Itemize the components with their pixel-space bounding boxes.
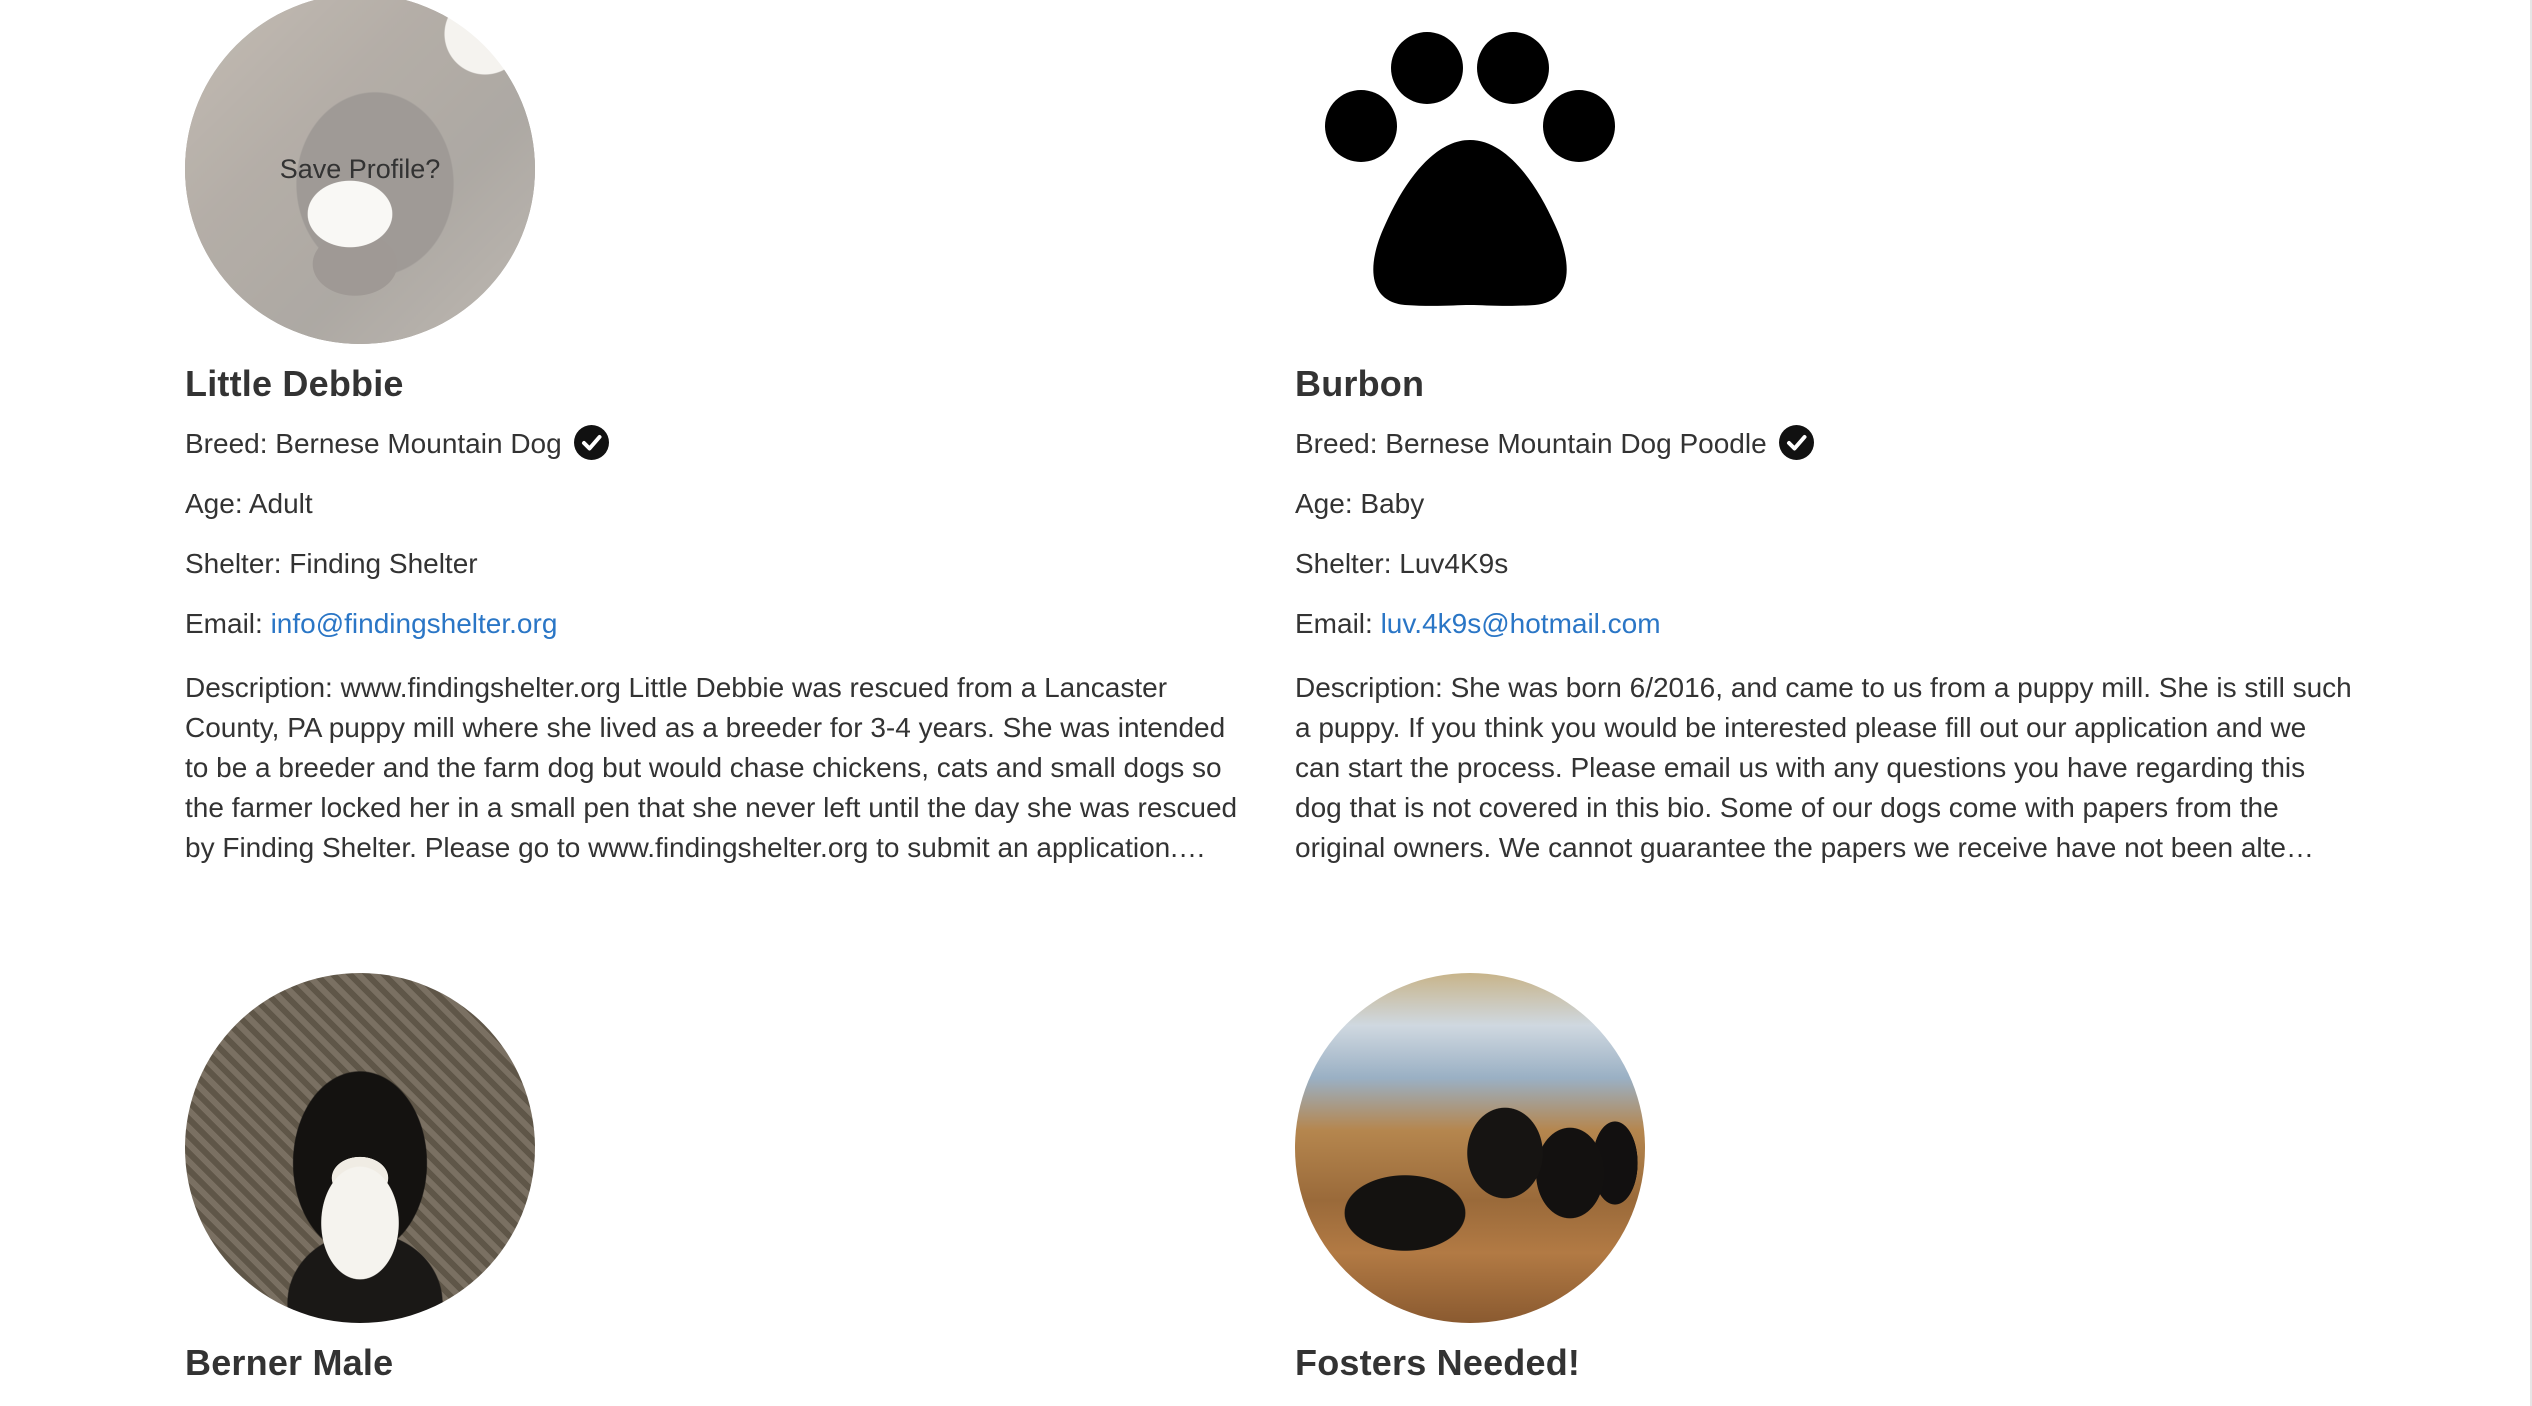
pet-card: Save Profile? Little Debbie Breed: Berne… (185, 0, 1245, 863)
shelter-label: Shelter: (1295, 548, 1392, 579)
pet-shelter: Shelter: Luv4K9s (1295, 550, 1508, 578)
age-value: Adult (248, 488, 313, 519)
verified-check-icon (1778, 425, 1814, 460)
pet-breed: Breed: Bernese Mountain Dog (185, 425, 609, 463)
pet-breed: Breed: Bernese Mountain Dog Poodle (1295, 425, 1814, 463)
pet-results-grid: Save Profile? Little Debbie Breed: Berne… (0, 0, 2532, 1406)
description-text: www.findingshelter.org Little Debbie was… (185, 672, 1238, 863)
pet-card: Burbon Breed: Bernese Mountain Dog Poodl… (1295, 0, 2355, 863)
age-value: Baby (1360, 488, 1425, 519)
pet-card: Fosters Needed! (1295, 973, 2355, 1381)
pet-age: Age: Baby (1295, 490, 1424, 518)
pet-name[interactable]: Burbon (1295, 366, 1424, 402)
description-label: Description: (1295, 672, 1443, 703)
shelter-label: Shelter: (185, 548, 282, 579)
verified-check-icon (573, 425, 609, 460)
breed-value: Bernese Mountain Dog (275, 427, 562, 459)
breed-label: Breed: (185, 427, 268, 459)
pet-description: Description: She was born 6/2016, and ca… (1295, 668, 2355, 868)
pet-name[interactable]: Fosters Needed! (1295, 1345, 1580, 1381)
email-label: Email: (1295, 608, 1373, 639)
pet-description: Description: www.findingshelter.org Litt… (185, 668, 1245, 868)
age-label: Age: (1295, 488, 1353, 519)
shelter-value: Finding Shelter (289, 548, 478, 579)
pet-card: Berner Male (185, 973, 1245, 1381)
pet-name[interactable]: Little Debbie (185, 366, 404, 402)
pet-age: Age: Adult (185, 490, 313, 518)
age-label: Age: (185, 488, 243, 519)
pet-email: Email: info@findingshelter.org (185, 610, 557, 638)
pet-photo[interactable] (1295, 973, 1645, 1323)
email-label: Email: (185, 608, 263, 639)
save-profile-label[interactable]: Save Profile? (280, 154, 441, 185)
paw-icon[interactable] (1295, 0, 1645, 350)
pet-shelter: Shelter: Finding Shelter (185, 550, 478, 578)
pet-photo[interactable]: Save Profile? (185, 0, 535, 344)
description-text: She was born 6/2016, and came to us from… (1295, 672, 2352, 863)
breed-value: Bernese Mountain Dog Poodle (1385, 427, 1767, 459)
breed-label: Breed: (1295, 427, 1378, 459)
email-link[interactable]: luv.4k9s@hotmail.com (1381, 608, 1661, 639)
pet-name[interactable]: Berner Male (185, 1345, 393, 1381)
description-label: Description: (185, 672, 333, 703)
save-profile-overlay[interactable]: Save Profile? (185, 0, 535, 344)
email-link[interactable]: info@findingshelter.org (271, 608, 558, 639)
shelter-value: Luv4K9s (1399, 548, 1509, 579)
pet-photo[interactable] (185, 973, 535, 1323)
pet-email: Email: luv.4k9s@hotmail.com (1295, 610, 1661, 638)
